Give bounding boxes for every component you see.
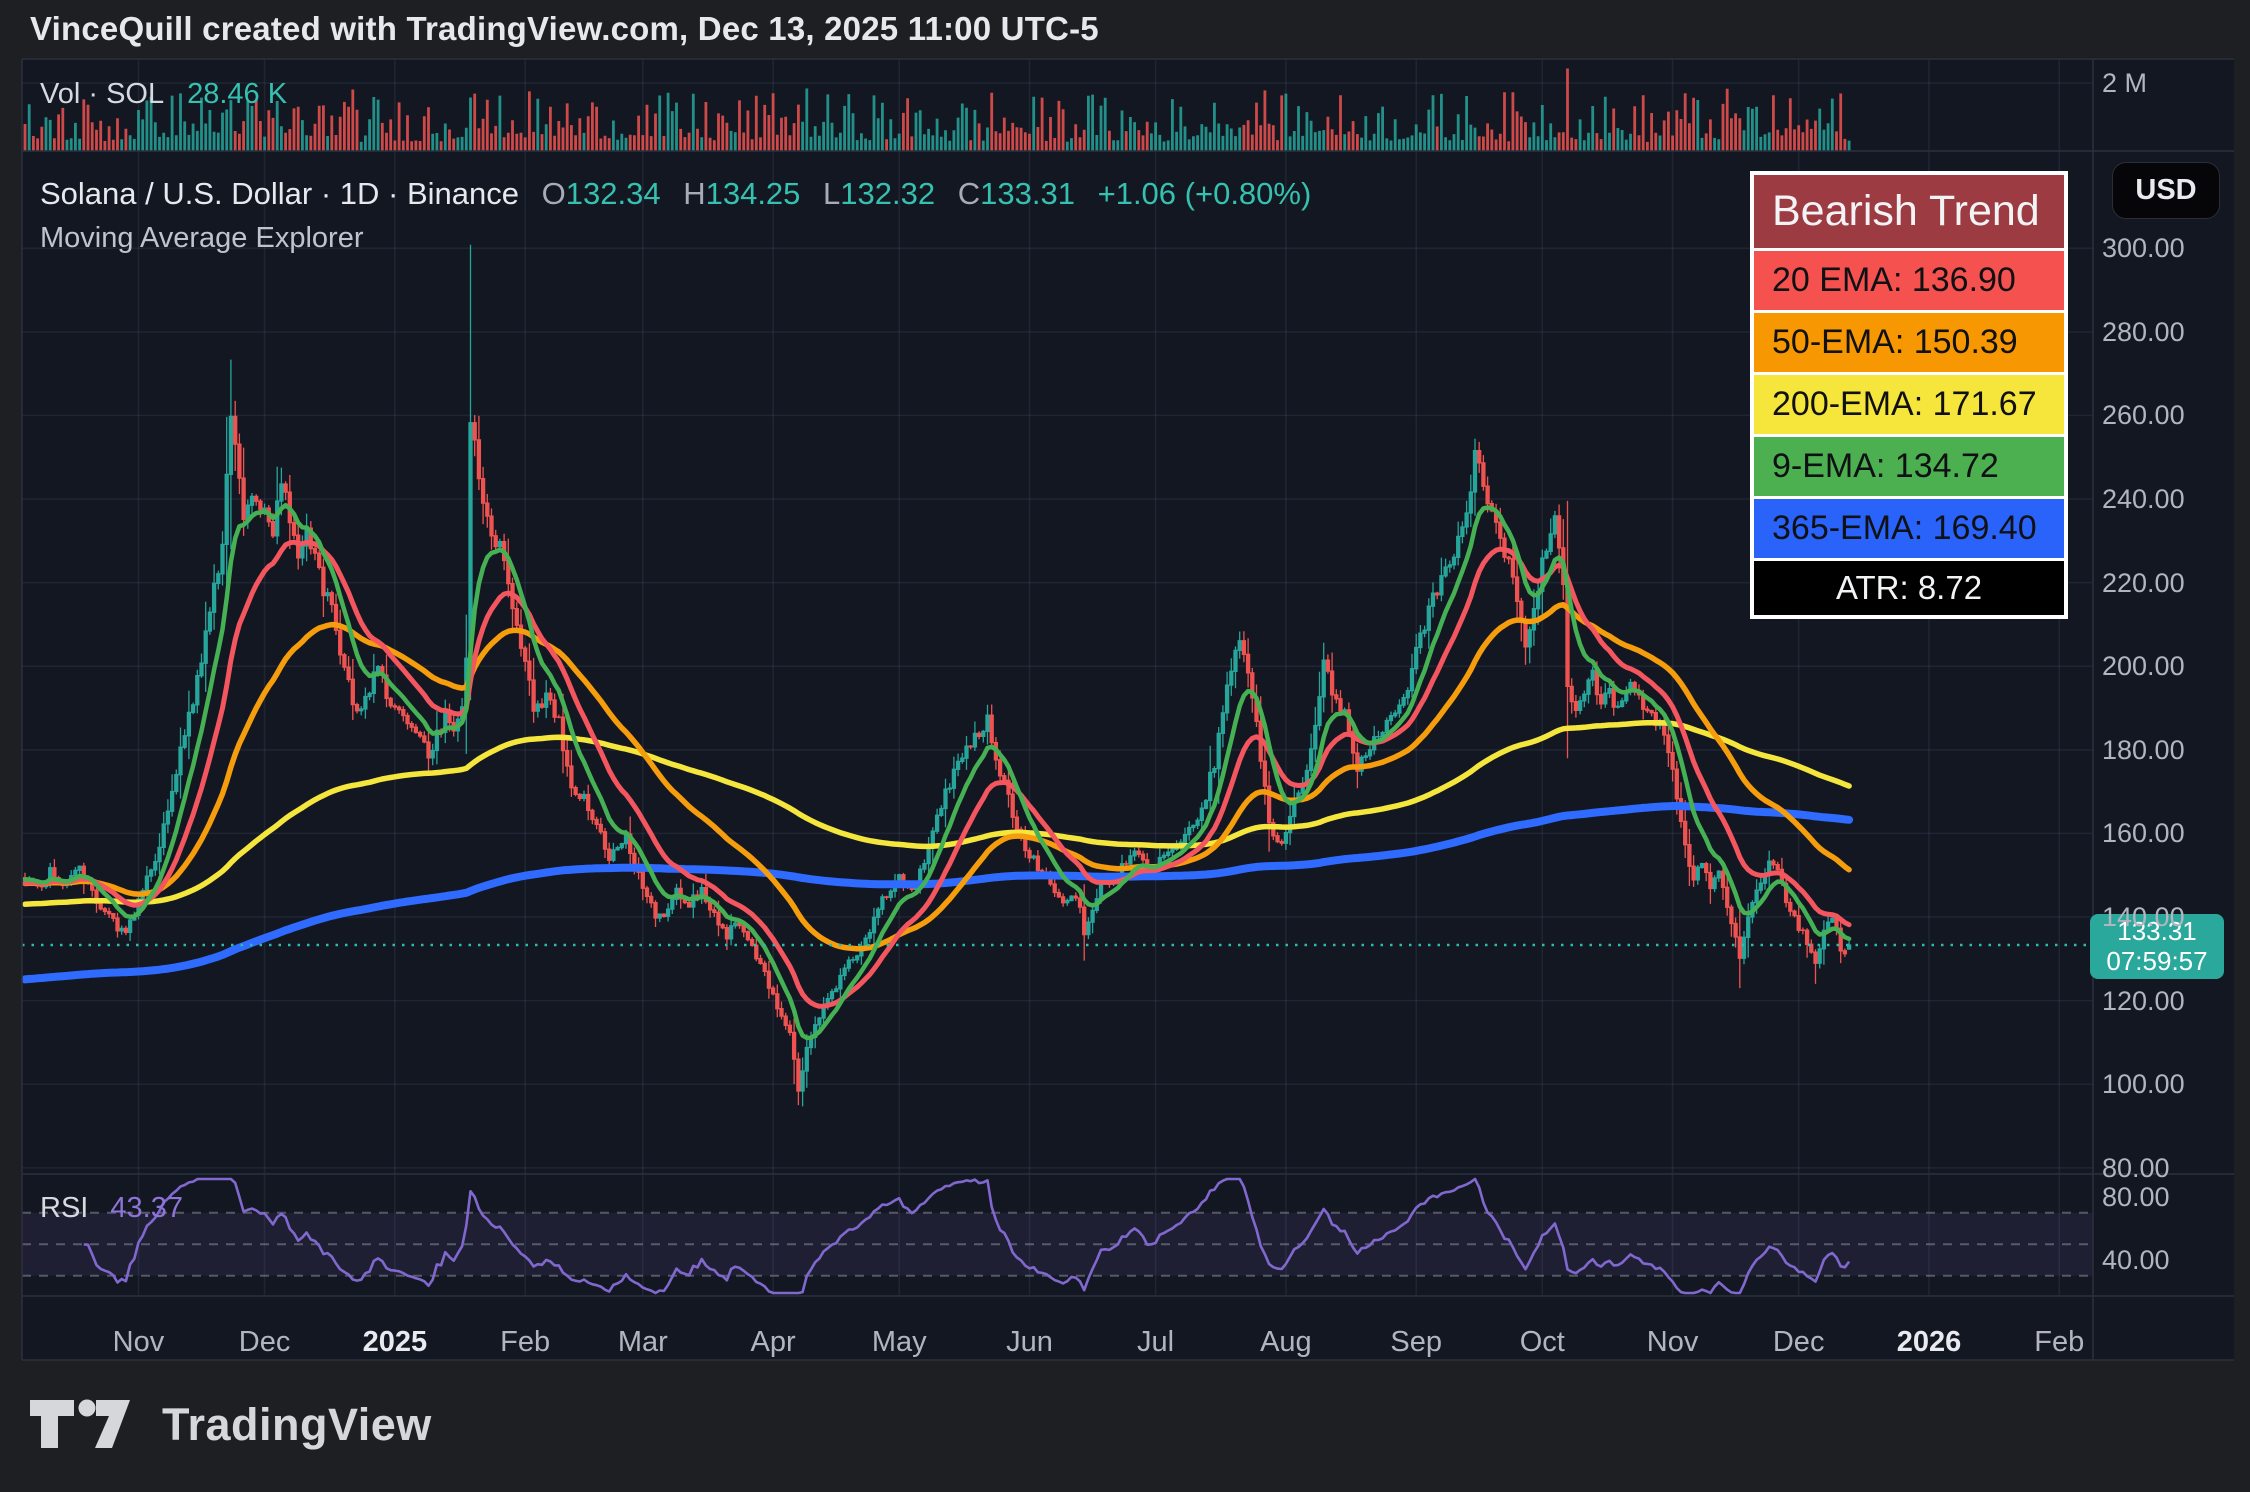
time-tick: Dec <box>1773 1326 1825 1359</box>
atr-row: ATR: 8.72 <box>1754 561 2064 615</box>
trend-row: 365-EMA: 169.40 <box>1754 499 2064 558</box>
trend-row: 50-EMA: 150.39 <box>1754 313 2064 372</box>
price-tick: 160.00 <box>2102 820 2185 847</box>
time-tick: Jul <box>1137 1326 1174 1359</box>
close-label: C <box>958 176 980 211</box>
time-tick: Sep <box>1390 1326 1442 1359</box>
price-tick: 80.00 <box>2102 1155 2170 1182</box>
price-tick: 240.00 <box>2102 486 2185 513</box>
tradingview-logo[interactable]: TradingView <box>28 1396 432 1454</box>
close-value: 133.31 <box>980 176 1075 211</box>
tradingview-screenshot: VinceQuill created with TradingView.com,… <box>0 0 2250 1492</box>
volume-symbol: Vol · SOL <box>40 78 163 110</box>
trend-row: 20 EMA: 136.90 <box>1754 251 2064 310</box>
volume-scale-tick: 2 M <box>2102 70 2147 97</box>
rsi-value: 43.37 <box>110 1192 183 1224</box>
time-tick: Jun <box>1006 1326 1053 1359</box>
time-tick: Mar <box>618 1326 668 1359</box>
price-tick: 200.00 <box>2102 653 2185 680</box>
price-tick: 180.00 <box>2102 737 2185 764</box>
price-tick: 280.00 <box>2102 319 2185 346</box>
countdown-timer: 07:59:57 <box>2090 946 2224 976</box>
time-tick: 2025 <box>363 1326 428 1359</box>
volume-legend: Vol · SOL 28.46 K <box>40 78 287 111</box>
tradingview-mark-icon <box>28 1396 138 1454</box>
trend-row: 200-EMA: 171.67 <box>1754 375 2064 434</box>
high-value: 134.25 <box>706 176 801 211</box>
time-tick: Apr <box>751 1326 796 1359</box>
change-value: +1.06 (+0.80%) <box>1098 176 1312 211</box>
trend-title: Bearish Trend <box>1754 175 2064 248</box>
time-tick: Nov <box>1647 1326 1699 1359</box>
time-tick: Feb <box>2034 1326 2084 1359</box>
price-tick: 300.00 <box>2102 235 2185 262</box>
time-tick: Aug <box>1260 1326 1312 1359</box>
time-tick: Oct <box>1520 1326 1565 1359</box>
open-value: 132.34 <box>566 176 661 211</box>
indicator-title[interactable]: Moving Average Explorer <box>40 222 363 255</box>
volume-value: 28.46 K <box>187 78 287 110</box>
price-tick: 260.00 <box>2102 402 2185 429</box>
rsi-tick: 80.00 <box>2102 1184 2170 1211</box>
rsi-tick: 40.00 <box>2102 1247 2170 1274</box>
trend-row: 9-EMA: 134.72 <box>1754 437 2064 496</box>
price-tick: 140.00 <box>2102 904 2185 931</box>
low-value: 132.32 <box>840 176 935 211</box>
currency-button[interactable]: USD <box>2112 162 2220 219</box>
symbol-row[interactable]: Solana / U.S. Dollar · 1D · Binance O132… <box>40 176 1311 212</box>
time-tick: 2026 <box>1897 1326 1962 1359</box>
trend-rows: 20 EMA: 136.9050-EMA: 150.39200-EMA: 171… <box>1754 251 2064 558</box>
tradingview-wordmark: TradingView <box>162 1399 432 1451</box>
rsi-label: RSI <box>40 1192 88 1224</box>
high-label: H <box>683 176 705 211</box>
trend-legend-box: Bearish Trend 20 EMA: 136.9050-EMA: 150.… <box>1750 171 2068 619</box>
symbol-title: Solana / U.S. Dollar · 1D · Binance <box>40 176 519 211</box>
time-tick: Feb <box>500 1326 550 1359</box>
watermark-credit: VinceQuill created with TradingView.com,… <box>30 10 1099 48</box>
rsi-legend[interactable]: RSI 43.37 <box>40 1192 183 1225</box>
price-tick: 100.00 <box>2102 1071 2185 1098</box>
time-tick: Dec <box>239 1326 291 1359</box>
time-tick: Nov <box>113 1326 165 1359</box>
price-tick: 120.00 <box>2102 988 2185 1015</box>
open-label: O <box>542 176 566 211</box>
time-tick: May <box>872 1326 927 1359</box>
low-label: L <box>823 176 840 211</box>
price-tick: 220.00 <box>2102 570 2185 597</box>
